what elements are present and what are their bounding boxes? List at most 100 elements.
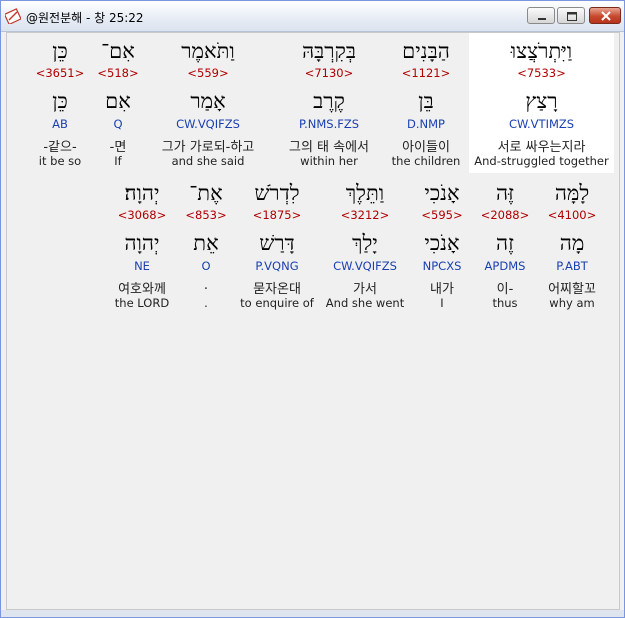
app-logo-icon	[3, 8, 22, 26]
strong-number[interactable]: <595>	[413, 208, 471, 222]
korean-gloss: -면	[109, 140, 127, 155]
english-gloss: I	[440, 296, 444, 310]
english-gloss: it be so	[38, 154, 82, 168]
strong-number[interactable]: <1121>	[389, 66, 463, 80]
korean-gloss: 아이들이	[402, 140, 450, 155]
hebrew-lemma: אָנֹכִי	[424, 231, 460, 255]
word-column[interactable]: לִדְרֹשׁ <1875> דָּרַשׁ P.VQNG 묻자온대 to e…	[237, 179, 317, 319]
hebrew-lemma: אִם	[105, 89, 131, 113]
english-gloss: And she went	[325, 296, 405, 310]
hebrew-lemma: דָּרַשׁ	[259, 231, 295, 255]
english-gloss: the children	[391, 154, 461, 168]
strong-number[interactable]: <4100>	[539, 208, 605, 222]
word-column[interactable]: הַבָּנִים <1121> בֵּן D.NMP 아이들이 the chi…	[389, 37, 463, 177]
strong-number[interactable]: <2088>	[477, 208, 533, 222]
word-column[interactable]: וַתֵּלֶךְ <3212> יָלַךְ CW.VQIFZS 가서 And…	[323, 179, 407, 319]
hebrew-lemma: קֶרֶב	[313, 89, 345, 113]
hebrew-lemma: אֵת	[193, 231, 219, 255]
word-column[interactable]: אֶת־ <853> אֵת O . .	[181, 179, 231, 319]
parsing-code: O	[201, 259, 211, 273]
korean-gloss: -같으-	[43, 140, 77, 155]
hebrew-lemma: יָלַךְ	[352, 231, 378, 255]
strong-number[interactable]: <3068>	[109, 208, 175, 222]
word-column[interactable]: יְהוָה׃ <3068> יְהוָה NE 여호와께 the LORD	[109, 179, 175, 319]
parsing-code: AB	[52, 117, 68, 131]
hebrew-lemma: רָצַץ	[525, 89, 558, 113]
korean-gloss: 이-	[496, 282, 514, 297]
word-column[interactable]: וַיִּתְרֹצֲצוּ <7533> רָצַץ CW.VTIMZS 서로…	[469, 37, 614, 177]
hebrew-word: זֶּה	[496, 181, 514, 205]
parsing-code: APDMS	[484, 259, 526, 273]
word-column[interactable]: כֵּן <3651> כֵּן AB -같으- it be so	[33, 37, 87, 177]
korean-gloss: 그가 가로되-하고	[161, 140, 255, 155]
hebrew-word: אָנֹכִי	[424, 181, 460, 205]
word-column[interactable]: אִם־ <518> אִם Q -면 If	[95, 37, 141, 177]
korean-gloss: .	[203, 278, 209, 293]
korean-gloss: 여호와께	[118, 282, 166, 297]
hebrew-word: וַתֵּלֶךְ	[345, 181, 385, 205]
korean-gloss: 그의 태 속에서	[288, 140, 370, 155]
word-column[interactable]: וַתֹּאמֶר <559> אָמַר CW.VQIFZS 그가 가로되-하…	[147, 37, 269, 177]
strong-number[interactable]: <853>	[181, 208, 231, 222]
korean-gloss: 서로 싸우는지라	[497, 140, 586, 155]
strong-number[interactable]: <518>	[95, 66, 141, 80]
parsing-code: P.ABT	[556, 259, 588, 273]
strong-number[interactable]: <3651>	[33, 66, 87, 80]
strong-number[interactable]: <3212>	[323, 208, 407, 222]
korean-gloss: 가서	[353, 282, 377, 297]
hebrew-word: לִדְרֹשׁ	[254, 181, 300, 205]
hebrew-word: אֶת־	[189, 181, 223, 205]
english-gloss: why am	[549, 296, 595, 310]
app-window: @원전분해 - 창 25:22 וַיִּתְרֹצֲצוּ <7533> רָ…	[0, 0, 625, 618]
parsing-code: P.VQNG	[255, 259, 299, 273]
parsing-code: P.NMS.FZS	[298, 117, 360, 131]
english-gloss: to enquire of	[240, 296, 314, 310]
hebrew-word: יְהוָה׃	[124, 181, 160, 205]
english-gloss: If	[114, 154, 122, 168]
hebrew-lemma: זֶה	[496, 231, 514, 255]
close-icon	[601, 11, 611, 21]
hebrew-word: וַיִּתְרֹצֲצוּ	[510, 39, 573, 63]
parsing-code: NPCXS	[422, 259, 462, 273]
hebrew-lemma: אָמַר	[190, 89, 226, 113]
maximize-button[interactable]	[557, 7, 585, 24]
hebrew-word: לָמָּה	[554, 181, 590, 205]
hebrew-lemma: יְהוָה	[124, 231, 160, 255]
strong-number[interactable]: <7130>	[275, 66, 383, 80]
minimize-icon	[538, 18, 546, 20]
maximize-icon	[567, 12, 577, 21]
hebrew-lemma: כֵּן	[52, 89, 68, 113]
korean-gloss: 묻자온대	[253, 282, 301, 297]
strong-number[interactable]: <7533>	[469, 66, 614, 80]
hebrew-word: כֵּן	[52, 39, 68, 63]
word-column[interactable]: בְּקִרְבָּהּ <7130> קֶרֶב P.NMS.FZS 그의 태…	[275, 37, 383, 177]
hebrew-lemma: מָה	[559, 231, 585, 255]
english-gloss: thus	[492, 296, 518, 310]
english-gloss: And-struggled together	[474, 154, 609, 168]
english-gloss: within her	[300, 154, 358, 168]
parsing-code: CW.VTIMZS	[508, 117, 575, 131]
minimize-button[interactable]	[527, 7, 555, 24]
english-gloss: the LORD	[114, 296, 170, 310]
parsing-code: CW.VQIFZS	[333, 259, 397, 273]
parsing-panel: וַיִּתְרֹצֲצוּ <7533> רָצַץ CW.VTIMZS 서로…	[6, 32, 620, 610]
close-button[interactable]	[589, 7, 621, 24]
english-gloss: .	[204, 296, 208, 310]
korean-gloss: 어찌할꼬	[548, 282, 596, 297]
word-column[interactable]: אָנֹכִי <595> אָנֹכִי NPCXS 내가 I	[413, 179, 471, 319]
parsing-code: CW.VQIFZS	[176, 117, 240, 131]
bottom-border	[1, 610, 624, 617]
word-column[interactable]: לָמָּה <4100> מָה P.ABT 어찌할꼬 why am	[539, 179, 605, 319]
word-column[interactable]: זֶּה <2088> זֶה APDMS 이- thus	[477, 179, 533, 319]
window-title: @원전분해 - 창 25:22	[26, 11, 144, 25]
hebrew-word: בְּקִרְבָּהּ	[302, 39, 356, 63]
strong-number[interactable]: <1875>	[237, 208, 317, 222]
title-bar[interactable]: @원전분해 - 창 25:22	[1, 1, 624, 32]
hebrew-word: אִם־	[101, 39, 135, 63]
strong-number[interactable]: <559>	[147, 66, 269, 80]
hebrew-lemma: בֵּן	[418, 89, 434, 113]
korean-gloss: 내가	[430, 282, 454, 297]
hebrew-word: הַבָּנִים	[402, 39, 450, 63]
english-gloss: and she said	[171, 154, 245, 168]
parsing-code: Q	[113, 117, 123, 131]
